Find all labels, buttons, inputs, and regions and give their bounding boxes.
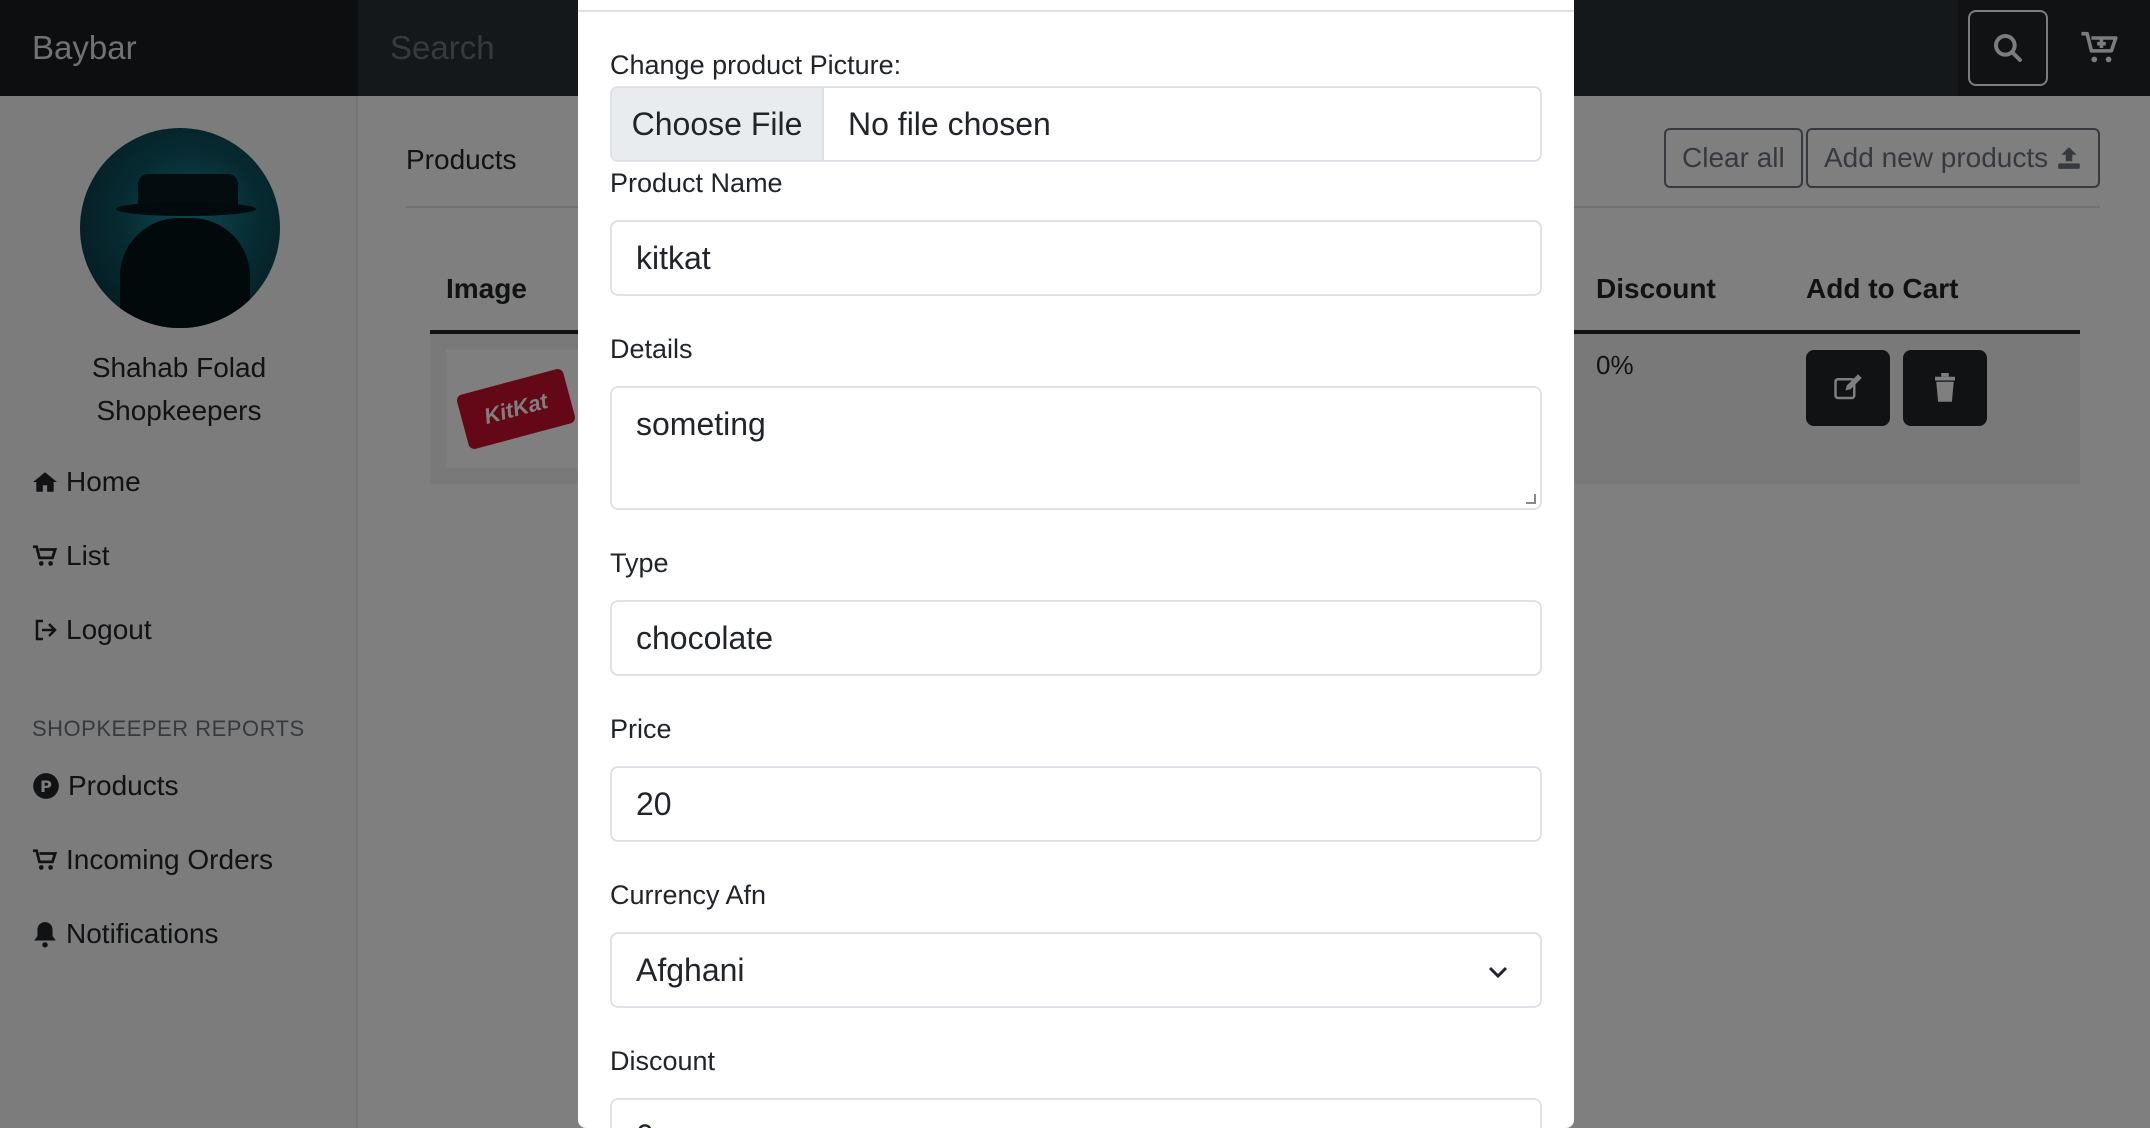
resize-handle[interactable] bbox=[1526, 494, 1536, 504]
currency-selected-value: Afghani bbox=[636, 951, 745, 988]
file-status: No file chosen bbox=[848, 105, 1051, 142]
product-name-input[interactable]: kitkat bbox=[610, 220, 1542, 296]
choose-file-button[interactable]: Choose File bbox=[612, 88, 824, 160]
chevron-down-icon bbox=[1488, 966, 1508, 979]
details-textarea[interactable]: someting bbox=[610, 386, 1542, 510]
discount-label: Discount bbox=[610, 1046, 716, 1076]
details-value: someting bbox=[636, 406, 766, 442]
details-label: Details bbox=[610, 334, 693, 364]
product-name-label: Product Name bbox=[610, 168, 783, 198]
type-input[interactable]: chocolate bbox=[610, 600, 1542, 676]
price-label: Price bbox=[610, 714, 672, 744]
type-label: Type bbox=[610, 548, 669, 578]
edit-product-modal: Change product Picture: Choose File No f… bbox=[578, 0, 1574, 1128]
currency-label: Currency Afn bbox=[610, 880, 767, 910]
product-picture-file-input[interactable]: Choose File No file chosen bbox=[610, 86, 1542, 162]
picture-label: Change product Picture: bbox=[610, 50, 902, 80]
price-input[interactable]: 20 bbox=[610, 766, 1542, 842]
discount-input[interactable]: 0 bbox=[610, 1098, 1542, 1128]
currency-select[interactable]: Afghani bbox=[610, 932, 1542, 1008]
modal-header-divider bbox=[578, 10, 1574, 12]
